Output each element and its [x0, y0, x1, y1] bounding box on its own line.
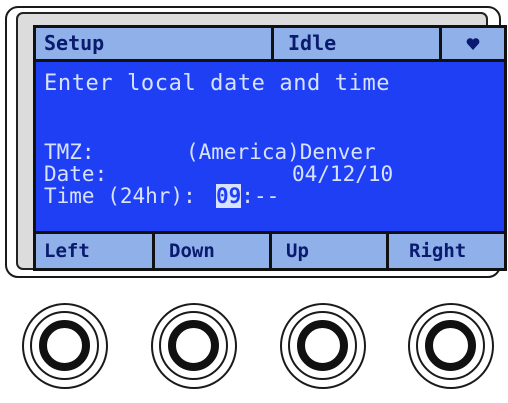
tmz-value[interactable]: (America)Denver [186, 141, 376, 163]
heart-icon [466, 38, 480, 50]
left-button[interactable] [22, 303, 108, 389]
time-value[interactable]: 09:-- [216, 184, 280, 208]
softkey-down[interactable]: Down [155, 234, 269, 268]
down-button[interactable] [151, 303, 237, 389]
up-button-cap [297, 320, 348, 371]
lcd-screen: Setup Idle Enter local date and time TMZ… [33, 25, 507, 271]
device-bezel: Setup Idle Enter local date and time TMZ… [5, 6, 507, 278]
status-indicator [442, 28, 504, 59]
mode-label: Setup [36, 28, 271, 59]
display-frame: Setup Idle Enter local date and time TMZ… [16, 12, 507, 271]
time-label: Time (24hr): [44, 184, 196, 208]
softkey-up[interactable]: Up [272, 234, 386, 268]
minutes-placeholder: :-- [241, 184, 280, 208]
date-label: Date: [44, 162, 108, 186]
tmz-label: TMZ: [44, 140, 95, 164]
hour-cursor[interactable]: 09 [216, 184, 242, 208]
left-button-cap [39, 320, 90, 371]
softkey-left[interactable]: Left [36, 234, 152, 268]
down-button-cap [168, 320, 219, 371]
right-button[interactable] [408, 303, 494, 389]
instruction-text: Enter local date and time [44, 71, 391, 96]
status-bar: Setup Idle [36, 28, 504, 62]
up-button[interactable] [280, 303, 366, 389]
date-value[interactable]: 04/12/10 [292, 163, 393, 185]
softkey-right[interactable]: Right [389, 234, 504, 268]
state-label: Idle [274, 28, 439, 59]
softkey-bar: Left Down Up Right [36, 231, 504, 268]
right-button-cap [425, 320, 476, 371]
